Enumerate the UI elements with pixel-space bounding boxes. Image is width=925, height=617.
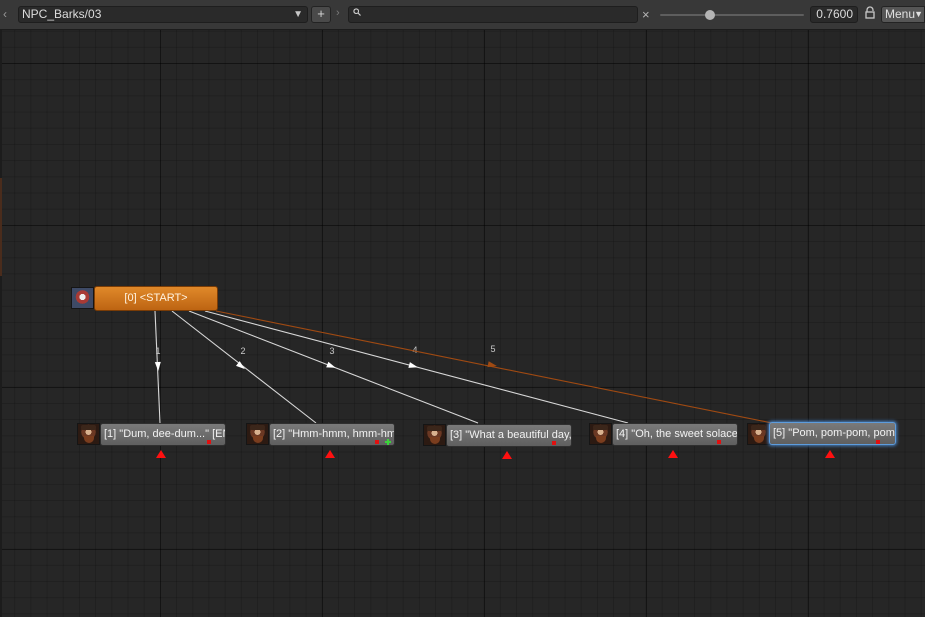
plus-icon [385,439,391,445]
start-node[interactable]: [0] <START> [94,286,218,311]
output-port-icon[interactable] [502,451,512,459]
dialogue-node-portrait [77,423,100,445]
link-arrow-icon [408,362,418,368]
node-marker [207,440,211,444]
dialogue-node-portrait [246,423,269,445]
dialogue-node-portrait [747,423,770,445]
node-marker [717,440,721,444]
link-arrow-icon [154,361,161,371]
link-arrow-icon [487,361,497,368]
link-line[interactable] [171,310,317,424]
output-port-icon[interactable] [156,450,166,458]
link-line[interactable] [215,310,773,424]
output-port-icon[interactable] [668,450,678,458]
output-port-icon[interactable] [825,450,835,458]
node-marker [375,440,379,444]
output-port-icon[interactable] [325,450,335,458]
start-node-portrait [71,287,94,309]
link-arrow-icon [326,361,336,368]
dialogue-node-portrait [423,424,446,446]
link-label: 1 [155,346,160,356]
link-label: 4 [412,345,417,355]
link-label: 3 [329,346,334,356]
node-marker [876,440,880,444]
link-label: 5 [490,344,495,354]
link-label: 2 [240,346,245,356]
dialogue-node-portrait [589,423,612,445]
node-marker [552,441,556,445]
